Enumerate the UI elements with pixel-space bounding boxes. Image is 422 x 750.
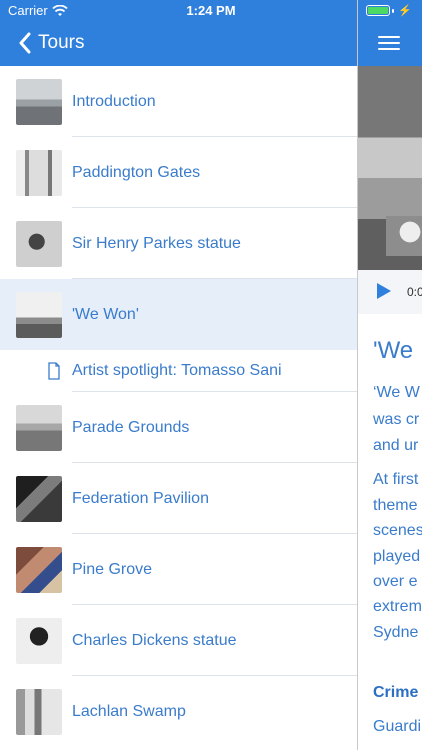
list-item[interactable]: Federation Pavilion [0, 463, 357, 534]
play-icon[interactable] [376, 282, 392, 300]
hero-image [358, 66, 422, 270]
detail-text-line: ‘We W [373, 384, 420, 401]
detail-text-line: over e [373, 573, 418, 590]
detail-text-line: Sydne [373, 624, 419, 641]
list-item-label: Paddington Gates [72, 163, 201, 181]
list-item[interactable]: Charles Dickens statue [0, 605, 357, 676]
detail-text-line: At first [373, 471, 419, 488]
detail-text-line: was cr [373, 411, 420, 428]
detail-title: 'We [373, 337, 414, 364]
back-button[interactable]: Tours [18, 30, 84, 56]
detail-text-line: played [373, 548, 421, 565]
thumbnail-image [16, 220, 62, 267]
list-item[interactable]: Lachlan Swamp [0, 676, 357, 747]
thumbnail-image [16, 617, 62, 664]
thumbnail-image [16, 291, 62, 338]
list-item-label: Pine Grove [72, 560, 153, 578]
detail-text-line: scenes [373, 522, 422, 539]
list-item-label: Parade Grounds [72, 418, 190, 436]
status-bar: Carrier 1:24 PM ⚡ [0, 0, 422, 22]
detail-subtext: Guardi [373, 718, 422, 735]
battery-icon: ⚡ [366, 4, 412, 17]
list-item-label: Introduction [72, 92, 156, 110]
monument-photo-detail [386, 216, 422, 256]
document-icon [48, 362, 60, 380]
detail-text-line: extrem [373, 598, 422, 615]
back-label: Tours [38, 32, 85, 53]
thumbnail-image [16, 78, 62, 125]
chevron-left-icon [19, 32, 31, 54]
detail-panel: 0:0 'We ‘We W was cr and ur At first the… [357, 0, 422, 750]
detail-subheading: Crime [373, 684, 419, 701]
thumbnail-image [16, 404, 62, 451]
list-item[interactable]: Paddington Gates [0, 137, 357, 208]
list-item-label: Lachlan Swamp [72, 702, 186, 720]
sub-list-item[interactable]: Artist spotlight: Tomasso Sani [0, 350, 357, 392]
list-item-label: Sir Henry Parkes statue [72, 234, 241, 252]
tour-stop-list: Introduction Paddington Gates Sir Henry … [0, 66, 357, 747]
list-item[interactable]: Sir Henry Parkes statue [0, 208, 357, 279]
charging-icon: ⚡ [398, 5, 412, 17]
thumbnail-image [16, 546, 62, 593]
thumbnail-image [16, 149, 62, 196]
list-item-label: 'We Won' [72, 305, 139, 323]
sub-list-item-label: Artist spotlight: Tomasso Sani [72, 362, 282, 379]
list-item-selected[interactable]: 'We Won' [0, 279, 357, 350]
list-item[interactable]: Pine Grove [0, 534, 357, 605]
detail-text-line: theme [373, 497, 418, 514]
status-time: 1:24 PM [186, 3, 236, 18]
hamburger-menu-icon[interactable] [378, 34, 400, 52]
list-item[interactable]: Parade Grounds [0, 392, 357, 463]
audio-player: 0:0 [358, 270, 422, 314]
thumbnail-image [16, 688, 62, 735]
thumbnail-image [16, 475, 62, 522]
list-item-label: Charles Dickens statue [72, 631, 237, 649]
player-time: 0:0 [407, 285, 422, 299]
list-item[interactable]: Introduction [0, 66, 357, 137]
detail-text-line: and ur [373, 437, 419, 454]
list-item-label: Federation Pavilion [72, 489, 209, 507]
